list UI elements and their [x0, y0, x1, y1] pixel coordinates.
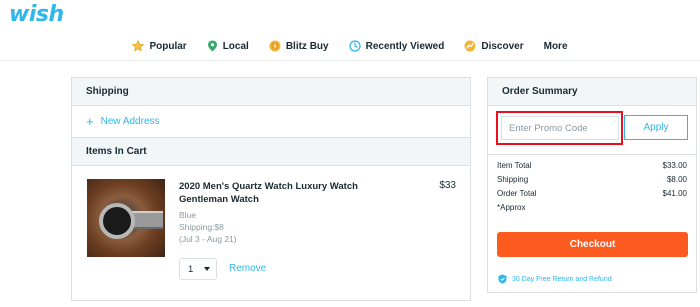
top-nav: Popular Local Blitz Buy Recently Viewed …: [0, 36, 700, 56]
nav-item-discover[interactable]: Discover: [464, 36, 524, 56]
clock-icon: [348, 40, 361, 52]
wish-logo[interactable]: wish: [9, 2, 64, 27]
watch-band-graphic: [131, 211, 163, 229]
nav-label-popular: Popular: [149, 40, 187, 52]
discover-icon: [464, 40, 476, 52]
refund-policy-link[interactable]: 30 Day Free Return and Refund: [498, 274, 612, 284]
blitz-coin-icon: [269, 40, 281, 52]
summary-row-shipping: Shipping $8.00: [497, 175, 687, 184]
summary-divider: [488, 154, 696, 155]
summary-label: Shipping: [497, 175, 529, 184]
promo-code-input[interactable]: [501, 116, 619, 140]
summary-label: *Approx: [497, 203, 526, 212]
nav-label-recently-viewed: Recently Viewed: [365, 40, 445, 52]
product-image[interactable]: [87, 179, 165, 257]
nav-label-more: More: [543, 40, 568, 52]
nav-label-local: Local: [222, 40, 249, 52]
product-delivery-window: (Jul 3 - Aug 21): [179, 234, 237, 244]
checkout-button[interactable]: Checkout: [497, 232, 688, 257]
order-summary-panel: Order Summary Apply Item Total $33.00 Sh…: [487, 77, 697, 293]
header-divider: [0, 60, 700, 61]
shipping-heading: Shipping: [72, 78, 470, 106]
nav-label-discover: Discover: [481, 40, 524, 52]
shield-icon: [498, 274, 507, 284]
summary-row-item-total: Item Total $33.00: [497, 161, 687, 170]
product-price: $33: [439, 180, 456, 191]
quantity-value: 1: [188, 263, 194, 275]
cart-panel: Shipping + New Address Items In Cart 202…: [71, 77, 471, 301]
new-address-link[interactable]: + New Address: [72, 106, 470, 138]
refund-policy-label: 30 Day Free Return and Refund: [512, 275, 612, 283]
star-icon: [132, 40, 145, 52]
summary-value: $33.00: [662, 161, 687, 170]
nav-item-more[interactable]: More: [544, 36, 568, 56]
chevron-down-icon: [204, 267, 210, 271]
new-address-label: New Address: [100, 116, 160, 127]
product-shipping: Shipping:$8: [179, 222, 224, 232]
cart-item: 2020 Men's Quartz Watch Luxury Watch Gen…: [72, 166, 470, 301]
plus-icon: +: [86, 113, 94, 129]
summary-row-approx: *Approx: [497, 203, 687, 212]
remove-item-link[interactable]: Remove: [229, 263, 266, 274]
summary-row-order-total: Order Total $41.00: [497, 189, 687, 198]
product-title[interactable]: 2020 Men's Quartz Watch Luxury Watch Gen…: [179, 180, 379, 206]
order-summary-heading: Order Summary: [488, 78, 696, 106]
nav-item-popular[interactable]: Popular: [132, 36, 187, 56]
watch-face-graphic: [99, 203, 135, 239]
summary-value: $8.00: [666, 175, 687, 184]
location-pin-icon: [207, 40, 217, 52]
product-color: Blue: [179, 210, 197, 220]
nav-label-blitz-buy: Blitz Buy: [285, 40, 329, 52]
apply-promo-button[interactable]: Apply: [624, 115, 688, 140]
nav-item-local[interactable]: Local: [207, 36, 249, 56]
summary-label: Item Total: [497, 161, 532, 170]
summary-value: $41.00: [662, 189, 687, 198]
promo-highlight-box: [496, 111, 623, 145]
summary-label: Order Total: [497, 189, 537, 198]
quantity-select[interactable]: 1: [179, 258, 217, 280]
nav-item-blitz-buy[interactable]: Blitz Buy: [269, 36, 329, 56]
items-in-cart-heading: Items In Cart: [72, 138, 470, 166]
nav-item-recently-viewed[interactable]: Recently Viewed: [348, 36, 445, 56]
